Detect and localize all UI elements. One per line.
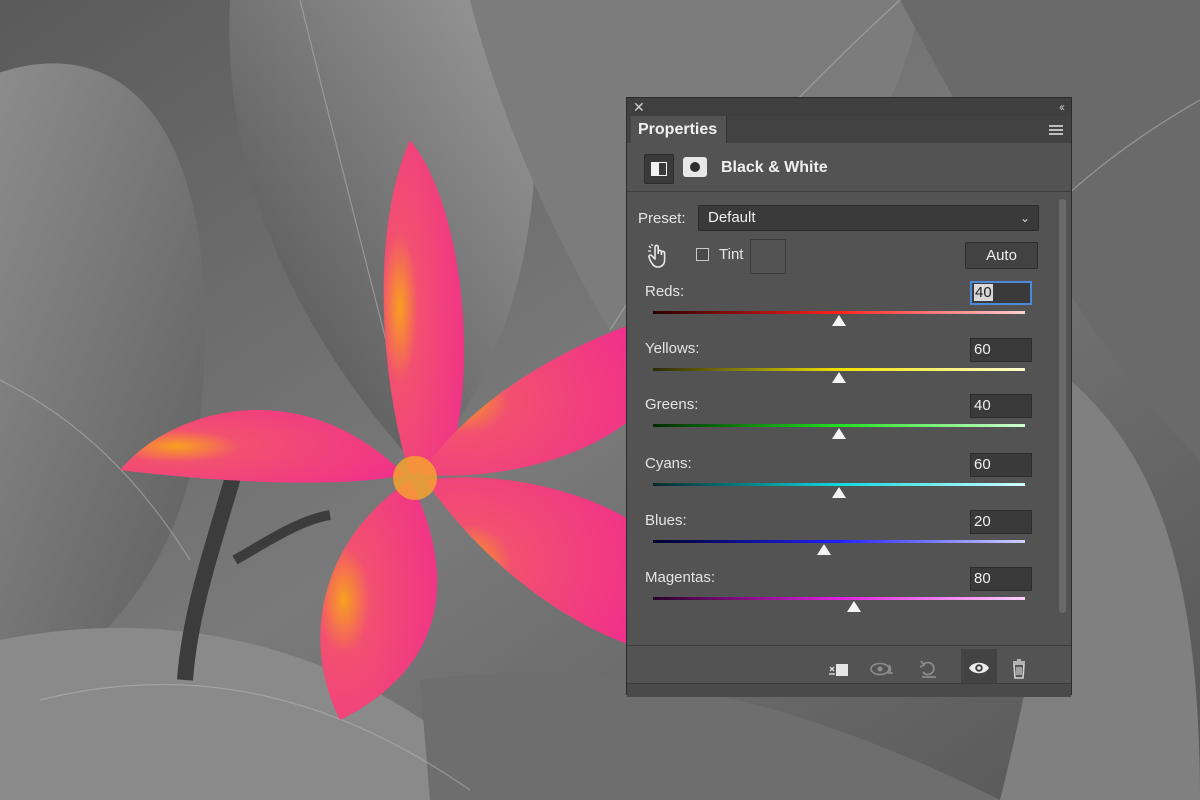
slider-value-text: 60 bbox=[974, 456, 991, 473]
panel-tabbar: Properties bbox=[627, 116, 1071, 143]
slider-value-text: 40 bbox=[974, 284, 993, 301]
targeted-adjustment-hand-icon[interactable] bbox=[647, 243, 669, 269]
slider-track[interactable] bbox=[653, 540, 1025, 543]
slider-track[interactable] bbox=[653, 368, 1025, 371]
slider-label: Yellows: bbox=[645, 340, 700, 357]
slider-thumb[interactable] bbox=[832, 487, 846, 498]
collapse-panel-icon[interactable]: ‹‹ bbox=[1059, 98, 1065, 116]
slider-value-text: 60 bbox=[974, 341, 991, 358]
slider-thumb[interactable] bbox=[832, 372, 846, 383]
slider-label: Magentas: bbox=[645, 569, 716, 586]
reset-icon[interactable] bbox=[913, 655, 945, 683]
slider-value-field[interactable]: 60 bbox=[970, 338, 1032, 362]
slider-value-text: 80 bbox=[974, 570, 991, 587]
slider-track[interactable] bbox=[653, 597, 1025, 600]
slider-label: Cyans: bbox=[645, 455, 692, 472]
slider-track[interactable] bbox=[653, 424, 1025, 427]
auto-button[interactable]: Auto bbox=[965, 242, 1038, 269]
tint-label: Tint bbox=[719, 246, 744, 263]
slider-value-field[interactable]: 20 bbox=[970, 510, 1032, 534]
preset-label: Preset: bbox=[638, 210, 686, 227]
panel-menu-icon[interactable] bbox=[1049, 125, 1063, 137]
tab-properties[interactable]: Properties bbox=[631, 116, 727, 143]
close-icon[interactable]: ✕ bbox=[633, 98, 645, 116]
adjustment-title: Black & White bbox=[721, 159, 828, 176]
slider-value-text: 40 bbox=[974, 397, 991, 414]
slider-value-field[interactable]: 40 bbox=[970, 281, 1032, 305]
panel-scrollbar[interactable] bbox=[1059, 199, 1066, 613]
chevron-down-icon: ⌄ bbox=[1019, 211, 1030, 225]
tint-color-swatch[interactable] bbox=[750, 239, 786, 274]
adjustment-header: Black & White bbox=[627, 143, 1071, 192]
slider-value-field[interactable]: 40 bbox=[970, 394, 1032, 418]
layer-mask-icon[interactable] bbox=[683, 157, 707, 177]
panel-footer bbox=[627, 645, 1071, 697]
slider-label: Reds: bbox=[645, 283, 685, 300]
slider-thumb[interactable] bbox=[817, 544, 832, 555]
preset-dropdown[interactable]: Default ⌄ bbox=[698, 205, 1039, 231]
trash-icon[interactable] bbox=[1003, 655, 1035, 683]
slider-value-text: 20 bbox=[974, 513, 991, 530]
slider-thumb[interactable] bbox=[832, 315, 846, 326]
slider-thumb[interactable] bbox=[832, 428, 846, 439]
slider-value-field[interactable]: 80 bbox=[970, 567, 1032, 591]
eye-icon bbox=[969, 662, 989, 673]
slider-track[interactable] bbox=[653, 483, 1025, 486]
slider-thumb[interactable] bbox=[846, 601, 861, 612]
adjustment-layer-icon[interactable] bbox=[644, 154, 674, 184]
properties-panel: ✕ ‹‹ Properties Black & White Preset: De… bbox=[626, 97, 1072, 697]
slider-label: Greens: bbox=[645, 396, 699, 413]
panel-bottom-strip bbox=[627, 683, 1071, 697]
preset-value: Default bbox=[708, 209, 756, 226]
visibility-toggle[interactable] bbox=[961, 649, 997, 685]
tint-checkbox[interactable] bbox=[696, 248, 709, 261]
slider-value-field[interactable]: 60 bbox=[970, 453, 1032, 477]
slider-track[interactable] bbox=[653, 311, 1025, 314]
panel-titlebar: ✕ ‹‹ bbox=[627, 98, 1071, 116]
view-previous-state-icon[interactable] bbox=[867, 655, 899, 683]
slider-label: Blues: bbox=[645, 512, 687, 529]
clip-to-layer-icon[interactable] bbox=[823, 655, 855, 683]
